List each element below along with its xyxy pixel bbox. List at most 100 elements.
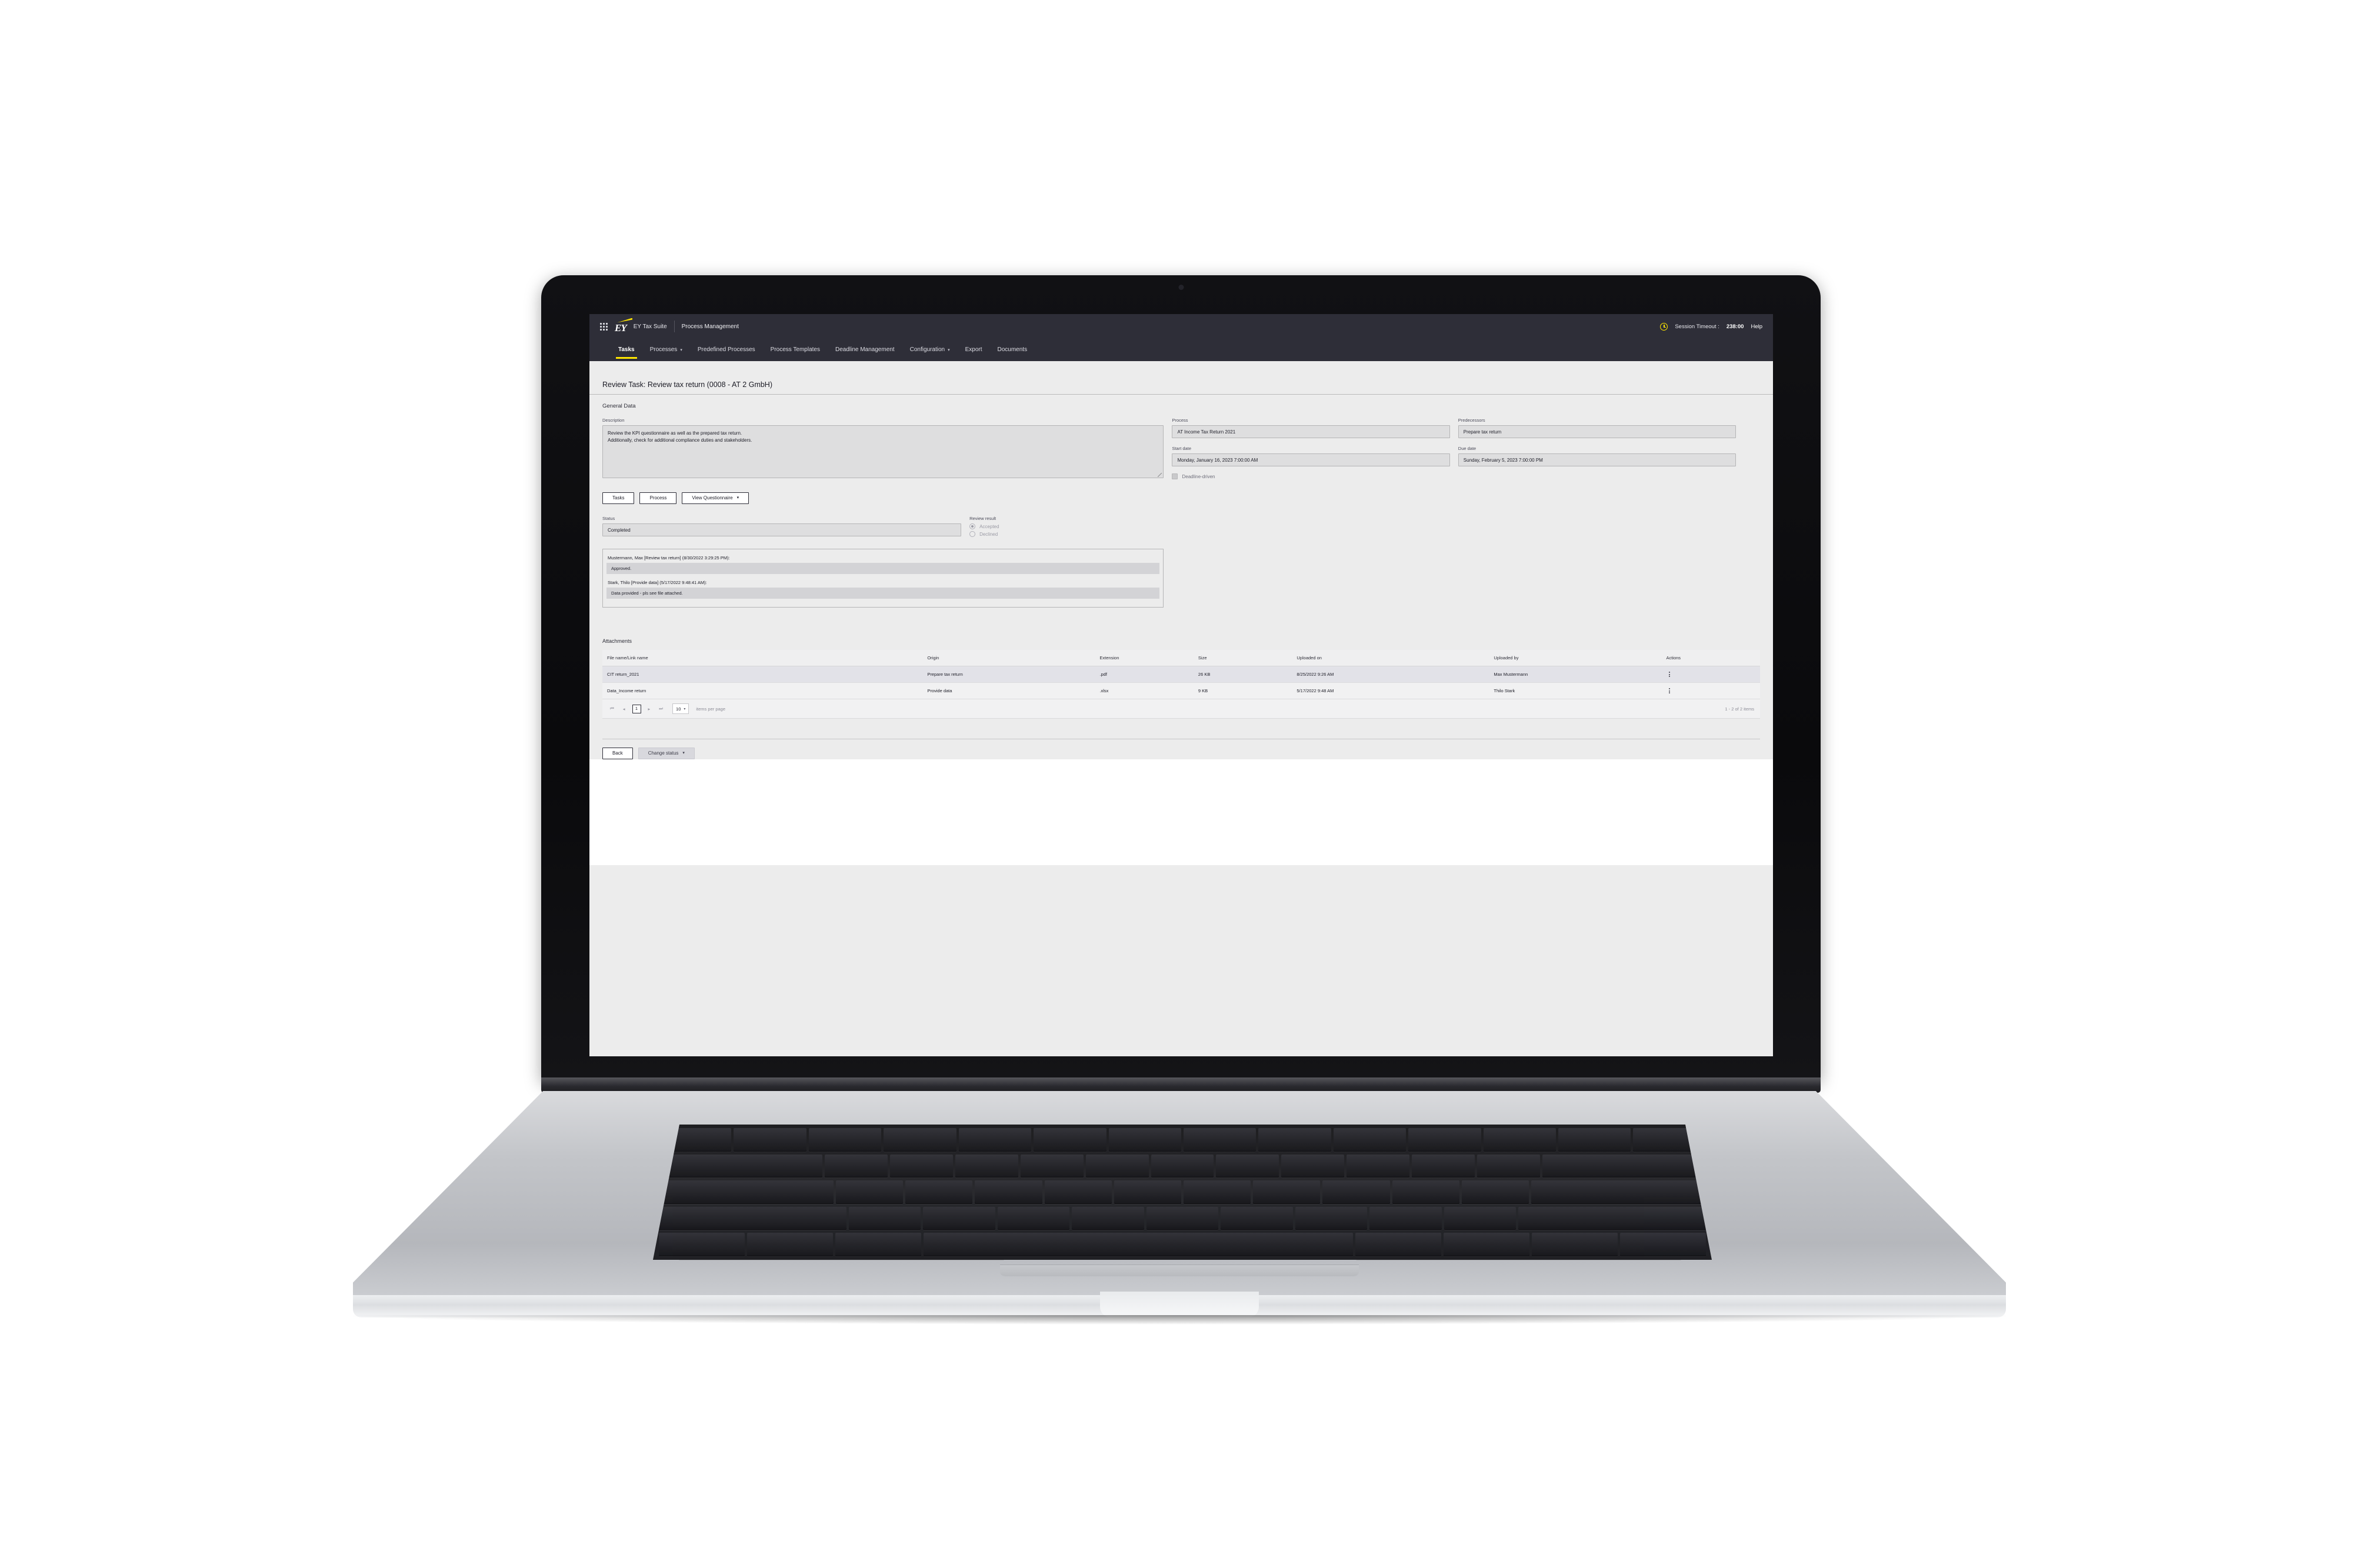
view-questionnaire-label: View Questionnaire: [692, 495, 733, 501]
comment-author: Mustermann, Max [Review tax return] (8/3…: [608, 555, 730, 561]
column-header-file-name[interactable]: File name/Link name: [602, 650, 923, 666]
cell-origin: Prepare tax return: [922, 666, 1095, 683]
laptop-hinge: [541, 1077, 1821, 1093]
tasks-button[interactable]: Tasks: [602, 492, 635, 504]
general-data-section: General Data Description Review the KPI …: [589, 395, 1773, 739]
attachments-table: File name/Link name Origin Extension Siz…: [602, 650, 1760, 699]
cell-actions: [1661, 666, 1760, 683]
chevron-down-icon: ▾: [736, 496, 739, 500]
nav-label: Deadline Management: [835, 346, 895, 353]
comment-author: Stark, Thilo [Provide data] (5/17/2022 9…: [608, 580, 707, 585]
status-field: Completed: [602, 523, 962, 536]
table-row[interactable]: CIT return_2021 Prepare tax return .pdf …: [602, 666, 1760, 683]
kebab-menu-icon[interactable]: [1666, 688, 1673, 693]
items-per-page-label: items per page: [696, 706, 726, 712]
page-size-select[interactable]: 10 ▾: [672, 703, 689, 714]
laptop-mockup: EY EY Tax Suite Process Management Sessi…: [0, 0, 2353, 1568]
general-data-grid: Description Review the KPI questionnaire…: [602, 418, 1760, 479]
column-header-extension[interactable]: Extension: [1095, 650, 1194, 666]
deadline-driven-checkbox: [1172, 473, 1178, 479]
due-date-field[interactable]: Sunday, February 5, 2023 7:00:00 PM: [1458, 453, 1737, 466]
nav-item-deadline-management[interactable]: Deadline Management: [828, 339, 902, 361]
nav-label: Documents: [997, 346, 1028, 353]
start-date-field[interactable]: Monday, January 16, 2023 7:00:00 AM: [1172, 453, 1450, 466]
nav-item-processes[interactable]: Processes ▾: [642, 339, 690, 361]
column-header-uploaded-by[interactable]: Uploaded by: [1489, 650, 1662, 666]
attachments-header-row: File name/Link name Origin Extension Siz…: [602, 650, 1760, 666]
top-bar: EY EY Tax Suite Process Management Sessi…: [589, 314, 1773, 339]
radio-accepted-label: Accepted: [979, 523, 999, 529]
laptop-camera: [1178, 285, 1184, 290]
column-header-size[interactable]: Size: [1193, 650, 1292, 666]
predecessors-field[interactable]: Prepare tax return: [1458, 425, 1737, 438]
description-textarea[interactable]: Review the KPI questionnaire as well as …: [602, 425, 1164, 478]
nav-item-export[interactable]: Export: [958, 339, 990, 361]
nav-label: Processes: [649, 346, 678, 353]
nav-label: Tasks: [618, 346, 635, 353]
previous-page-icon[interactable]: ◂: [621, 706, 627, 712]
column-header-origin[interactable]: Origin: [922, 650, 1095, 666]
review-result-accepted-row: Accepted: [969, 523, 1201, 529]
nav-item-predefined-processes[interactable]: Predefined Processes: [690, 339, 763, 361]
cell-file-name: Data_Income return: [602, 682, 923, 699]
first-page-icon[interactable]: ⏮: [608, 706, 616, 712]
cell-file-name: CIT return_2021: [602, 666, 923, 683]
cell-actions: [1661, 682, 1760, 699]
grid-apps-icon[interactable]: [600, 322, 608, 331]
nav-label: Process Templates: [770, 346, 820, 353]
laptop-lid-notch: [1100, 1292, 1259, 1317]
nav-item-configuration[interactable]: Configuration ▾: [902, 339, 958, 361]
main-navigation: Tasks Processes ▾ Predefined Processes P…: [589, 339, 1773, 361]
nav-label: Predefined Processes: [697, 346, 755, 353]
ey-logo: EY: [615, 318, 632, 333]
laptop-trackpad: [1000, 1265, 1359, 1276]
last-page-icon[interactable]: ⏭: [657, 706, 665, 712]
session-timeout-value: 238:00: [1726, 323, 1744, 330]
page-header: Review Task: Review tax return (0008 - A…: [589, 361, 1773, 395]
attachments-title: Attachments: [602, 638, 632, 644]
next-page-icon[interactable]: ▸: [646, 706, 652, 712]
resize-handle-icon[interactable]: [1158, 473, 1162, 477]
kebab-menu-icon[interactable]: [1666, 672, 1673, 677]
review-result-label: Review result: [969, 516, 996, 521]
laptop-shadow: [353, 1315, 2006, 1325]
nav-item-documents[interactable]: Documents: [990, 339, 1035, 361]
comments-panel: Mustermann, Max [Review tax return] (8/3…: [602, 549, 1164, 608]
chevron-down-icon: ▾: [948, 348, 950, 352]
process-button[interactable]: Process: [639, 492, 677, 504]
status-label: Status: [602, 516, 615, 521]
start-date-label: Start date: [1172, 446, 1191, 451]
change-status-button[interactable]: Change status ▾: [638, 748, 695, 759]
ey-wordmark: EY: [615, 322, 627, 333]
nav-item-process-templates[interactable]: Process Templates: [763, 339, 828, 361]
status-row: Status Completed Review result Accepted: [602, 516, 1760, 537]
radio-declined: [969, 531, 976, 537]
deadline-driven-row: Deadline-driven: [1172, 473, 1449, 479]
view-questionnaire-button[interactable]: View Questionnaire ▾: [682, 492, 749, 504]
radio-declined-label: Declined: [979, 531, 998, 537]
help-link[interactable]: Help: [1751, 323, 1762, 330]
status-column: Status Completed: [602, 516, 962, 536]
nav-item-tasks[interactable]: Tasks: [611, 339, 642, 361]
page-title: Review Task: Review tax return (0008 - A…: [602, 381, 772, 389]
attachments-table-body: CIT return_2021 Prepare tax return .pdf …: [602, 666, 1760, 699]
page-number-1[interactable]: 1: [632, 704, 641, 713]
session-timeout-label: Session Timeout :: [1675, 323, 1719, 330]
laptop-screen: EY EY Tax Suite Process Management Sessi…: [589, 314, 1773, 1056]
content-area: Review Task: Review tax return (0008 - A…: [589, 361, 1773, 1056]
chevron-down-icon: ▾: [680, 348, 682, 352]
page-size-value: 10: [676, 706, 681, 712]
cell-size: 26 KB: [1193, 666, 1292, 683]
predecessors-column: Predecessors Prepare tax return Due date…: [1458, 418, 1737, 466]
suite-name: EY Tax Suite: [633, 323, 667, 330]
back-button-label: Back: [612, 750, 623, 756]
column-header-uploaded-on[interactable]: Uploaded on: [1292, 650, 1489, 666]
items-range-label: 1 - 2 of 2 items: [1725, 706, 1754, 712]
back-button[interactable]: Back: [602, 748, 633, 759]
nav-label: Export: [965, 346, 982, 353]
cell-uploaded-by: Max Mustermann: [1489, 666, 1662, 683]
table-row[interactable]: Data_Income return Provide data .xlsx 9 …: [602, 682, 1760, 699]
nav-label: Configuration: [909, 346, 945, 353]
process-field[interactable]: AT Income Tax Return 2021: [1172, 425, 1450, 438]
description-column: Description Review the KPI questionnaire…: [602, 418, 1164, 478]
